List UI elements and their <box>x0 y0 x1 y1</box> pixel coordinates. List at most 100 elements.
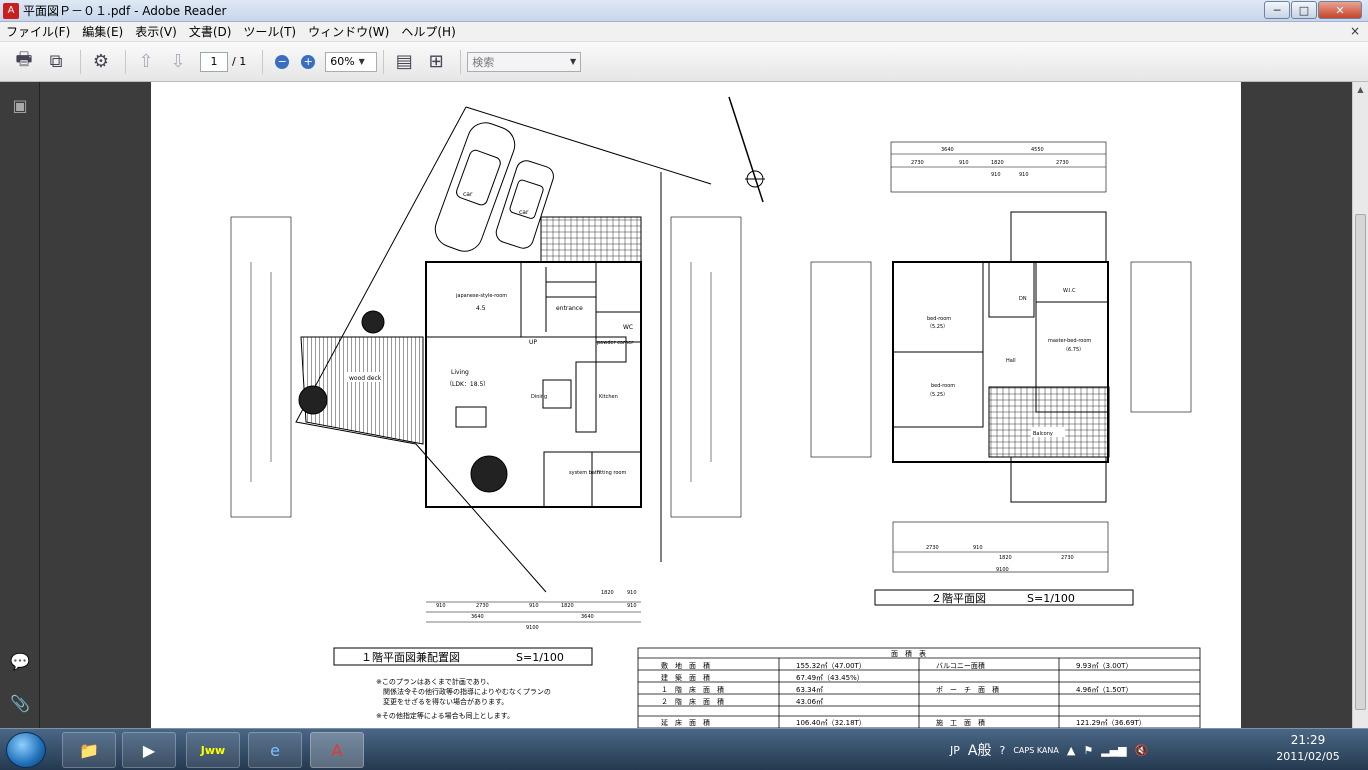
scroll-up-icon[interactable]: ▲ <box>1353 82 1368 98</box>
japanese-room-size: 4.5 <box>476 305 486 312</box>
pages-icon[interactable]: ▣ <box>10 96 30 116</box>
dim-label: 910 <box>627 590 637 596</box>
menu-view[interactable]: 表示(V) <box>129 23 183 40</box>
taskbar-reader-icon[interactable]: A <box>310 732 364 768</box>
floor2-scale: S=1/100 <box>1027 592 1075 605</box>
fit-width-icon[interactable]: ▤ <box>390 48 418 76</box>
caps-kana-indicator: CAPS KANA <box>1013 745 1059 755</box>
taskbar-jww-icon[interactable]: Jww <box>186 732 240 768</box>
dimension-frame-left <box>810 261 872 458</box>
area-table-cell: １ 階 床 面 積 <box>661 685 724 694</box>
search-input[interactable]: 検索 ▼ <box>467 51 582 72</box>
dining-label: Dining <box>531 394 547 400</box>
tree <box>470 455 508 493</box>
dim-label: 1820 <box>601 590 614 596</box>
floor1-title-box: １階平面図兼配置図 S=1/100 <box>333 647 593 666</box>
entrance-label: entrance <box>556 305 583 312</box>
fit-page-icon[interactable]: ⊞ <box>422 48 450 76</box>
bath-label: system bath <box>569 470 600 476</box>
floor-plan-drawing: car car wood deck japanese-style-room 4.… <box>230 96 1201 728</box>
ime-mode[interactable]: A般 <box>968 740 992 760</box>
zoom-in-icon[interactable]: + <box>301 54 316 69</box>
volume-icon[interactable]: 🔇 <box>1135 744 1149 757</box>
taskbar-ie-icon[interactable]: e <box>248 732 302 768</box>
japanese-room-label: japanese-style-room <box>455 293 507 299</box>
pdf-page[interactable]: car car wood deck japanese-style-room 4.… <box>151 82 1241 728</box>
ime-language[interactable]: JP <box>950 744 960 757</box>
zoom-out-icon[interactable]: − <box>275 54 290 69</box>
comments-icon[interactable]: 💬 <box>10 652 30 672</box>
share-icon[interactable]: ⧉ <box>42 48 70 76</box>
page-number-input[interactable]: 1 <box>200 51 228 72</box>
dim-label: 3640 <box>471 614 484 620</box>
menu-tools[interactable]: ツール(T) <box>237 23 302 40</box>
menu-help[interactable]: ヘルプ(H) <box>395 23 461 40</box>
area-table-cell: 延 床 面 積 <box>661 718 710 727</box>
area-table-cell: 106.40㎡（32.18T） <box>796 719 866 727</box>
show-hidden-icons[interactable]: ▲ <box>1067 744 1075 757</box>
powder-corner-label: powder corner <box>597 340 634 346</box>
car-label: car <box>519 209 529 216</box>
vertical-scrollbar[interactable]: ▲ <box>1352 82 1368 728</box>
bed-room-label: bed-room <box>931 383 955 389</box>
hall-label: Hall <box>1006 358 1016 364</box>
print-icon[interactable]: 🖶 <box>10 48 38 76</box>
dim-label: 910 <box>959 160 969 166</box>
document-close-icon[interactable]: × <box>1350 24 1360 38</box>
north-arrow <box>728 96 765 203</box>
dim-label: 910 <box>973 545 983 551</box>
area-table-cell: ２ 階 床 面 積 <box>661 697 724 706</box>
previous-page-icon[interactable]: ⇧ <box>132 48 160 76</box>
car-1 <box>434 122 516 252</box>
dim-label: 910 <box>991 172 1001 178</box>
ldk-size: （LDK：18.5） <box>446 381 489 388</box>
note-line: ※このプランはあくまで計画であり、 <box>376 677 494 686</box>
zoom-select[interactable]: 60% ▼ <box>325 51 378 72</box>
close-button[interactable]: ✕ <box>1318 1 1362 19</box>
area-table-cell: ポ ー チ 面 積 <box>936 685 999 694</box>
menu-file[interactable]: ファイル(F) <box>0 23 76 40</box>
help-icon[interactable]: ? <box>999 744 1005 757</box>
living-label: Living <box>451 369 469 376</box>
title-bar: A 平面図Ｐ－０１.pdf - Adobe Reader ─ □ ✕ <box>0 0 1368 22</box>
taskbar-explorer-icon[interactable]: 📁 <box>62 732 116 768</box>
menu-window[interactable]: ウィンドウ(W) <box>302 23 395 40</box>
area-table-cell: 43.06㎡ <box>796 698 823 706</box>
dimension-frame-right <box>1130 261 1192 413</box>
taskbar-media-icon[interactable]: ▶ <box>122 732 176 768</box>
chevron-down-icon: ▼ <box>358 57 365 66</box>
dim-label: 910 <box>436 603 446 609</box>
dim-label: 910 <box>1019 172 1029 178</box>
area-table-cell: 155.32㎡（47.00T） <box>796 662 866 670</box>
next-page-icon[interactable]: ⇩ <box>164 48 192 76</box>
network-icon[interactable]: ▂▄▆ <box>1101 744 1126 757</box>
chevron-down-icon[interactable]: ▼ <box>570 57 576 66</box>
menu-document[interactable]: 文書(D) <box>183 23 238 40</box>
tree <box>298 385 328 415</box>
balcony-label: Balcony <box>1033 431 1053 437</box>
attachment-icon[interactable]: 📎 <box>10 694 30 714</box>
start-button[interactable] <box>6 732 46 768</box>
toolbar-separator <box>125 49 126 74</box>
dim-label: 910 <box>529 603 539 609</box>
dim-label: 2730 <box>1056 160 1069 166</box>
zoom-value: 60% <box>330 55 355 68</box>
dim-label: 2730 <box>926 545 939 551</box>
stairs-down-label: DN <box>1019 296 1027 302</box>
bed-room-2 <box>892 351 984 428</box>
stairs-2f <box>988 261 1035 318</box>
toolbar-separator <box>460 49 462 74</box>
taskbar: 📁 ▶ Jww e A JP A般 ? CAPS KANA ▲ ⚑ ▂▄▆ 🔇 … <box>0 728 1368 770</box>
dimension-frame-left <box>230 216 292 518</box>
maximize-button[interactable]: □ <box>1291 1 1317 19</box>
dim-label: 2730 <box>1061 555 1074 561</box>
menu-edit[interactable]: 編集(E) <box>76 23 129 40</box>
scroll-thumb[interactable] <box>1355 214 1366 710</box>
settings-gear-icon[interactable]: ⚙ <box>87 48 115 76</box>
flag-icon[interactable]: ⚑ <box>1083 744 1093 757</box>
minimize-button[interactable]: ─ <box>1264 1 1290 19</box>
wc-label: WC <box>623 324 633 331</box>
clock[interactable]: 21:29 2011/02/05 <box>1268 733 1348 763</box>
kitchen-label: Kitchen <box>599 394 618 400</box>
document-area[interactable]: car car wood deck japanese-style-room 4.… <box>40 82 1352 728</box>
